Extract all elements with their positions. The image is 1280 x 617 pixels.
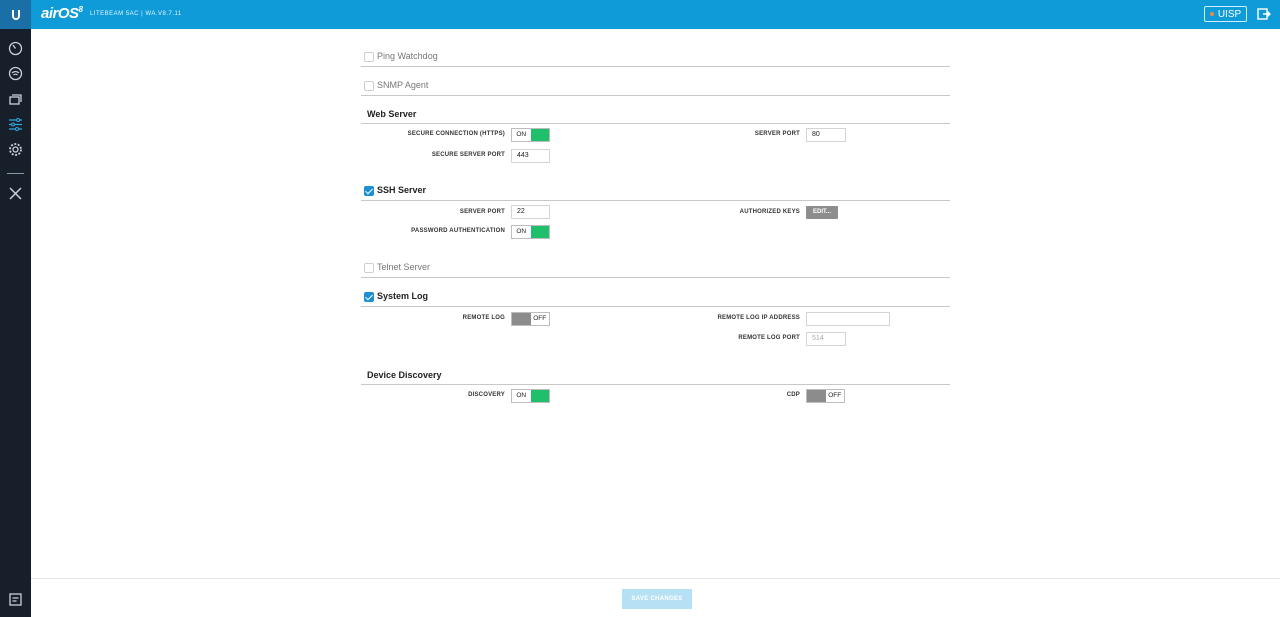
snmp-agent-row: SNMP Agent [361, 76, 950, 96]
device-discovery-section: Device Discovery [361, 365, 950, 385]
remote-port-input[interactable]: 514 [806, 332, 846, 346]
ubiquiti-logo-icon[interactable] [0, 0, 31, 29]
tools-icon[interactable] [8, 186, 23, 201]
ping-watchdog-row: Ping Watchdog [361, 47, 950, 67]
discovery-label: DISCOVERY [468, 392, 505, 398]
secure-port-input[interactable]: 443 [511, 149, 550, 163]
uisp-button[interactable]: UISP [1204, 6, 1247, 22]
status-dot-icon [1209, 12, 1214, 16]
ssh-server-label: SSH Server [377, 185, 427, 195]
ssh-server-checkbox[interactable] [364, 186, 374, 196]
remote-log-toggle[interactable]: OFF [511, 312, 550, 326]
services-icon[interactable] [8, 117, 23, 132]
web-server-section: Web Server [361, 104, 950, 124]
sidebar [0, 29, 31, 617]
device-discovery-title: Device Discovery [367, 370, 442, 380]
ping-watchdog-label: Ping Watchdog [377, 51, 438, 61]
cdp-label: CDP [786, 392, 800, 398]
telnet-server-checkbox[interactable] [364, 263, 374, 273]
snmp-agent-checkbox[interactable] [364, 81, 374, 91]
secure-connection-label: SECURE CONNECTION (HTTPS) [407, 131, 505, 137]
system-log-checkbox[interactable] [364, 292, 374, 302]
logout-icon[interactable] [1257, 7, 1271, 21]
sidebar-divider [7, 173, 24, 174]
cdp-toggle[interactable]: OFF [806, 389, 845, 403]
dashboard-icon[interactable] [8, 41, 23, 56]
password-auth-toggle[interactable]: ON [511, 225, 550, 239]
discovery-toggle[interactable]: ON [511, 389, 550, 403]
web-server-title: Web Server [367, 109, 417, 119]
ssh-port-input[interactable]: 22 [511, 205, 550, 219]
device-info: LITEBEAM 5AC | WA.V8.7.11 [90, 11, 182, 17]
footer-bar: SAVE CHANGES [31, 578, 1280, 617]
ssh-port-label: SERVER PORT [459, 209, 505, 215]
remote-log-label: REMOTE LOG [462, 315, 505, 321]
snmp-agent-label: SNMP Agent [377, 80, 429, 90]
ping-watchdog-checkbox[interactable] [364, 52, 374, 62]
secure-connection-toggle[interactable]: ON [511, 128, 550, 142]
system-log-row: System Log [361, 287, 950, 307]
top-bar: airOS8 LITEBEAM 5AC | WA.V8.7.11 UISP [0, 0, 1280, 29]
edit-keys-button[interactable]: EDIT... [806, 206, 838, 219]
console-icon[interactable] [8, 592, 23, 607]
authorized-keys-label: AUTHORIZED KEYS [739, 209, 800, 215]
server-port-input[interactable]: 80 [806, 128, 846, 142]
save-changes-button[interactable]: SAVE CHANGES [622, 589, 692, 609]
system-log-label: System Log [377, 291, 429, 301]
telnet-server-row: Telnet Server [361, 258, 950, 278]
server-port-label: SERVER PORT [754, 131, 800, 137]
wireless-icon[interactable] [8, 66, 23, 81]
password-auth-label: PASSWORD AUTHENTICATION [411, 228, 505, 234]
brand-logo: airOS8 [41, 5, 83, 22]
remote-port-label: REMOTE LOG PORT [738, 335, 800, 341]
remote-ip-label: REMOTE LOG IP ADDRESS [717, 315, 800, 321]
settings-icon[interactable] [8, 142, 23, 157]
secure-port-label: SECURE SERVER PORT [431, 152, 505, 158]
telnet-server-label: Telnet Server [377, 262, 431, 272]
ssh-server-row: SSH Server [361, 181, 950, 201]
network-icon[interactable] [8, 91, 23, 106]
remote-ip-input[interactable] [806, 312, 890, 326]
